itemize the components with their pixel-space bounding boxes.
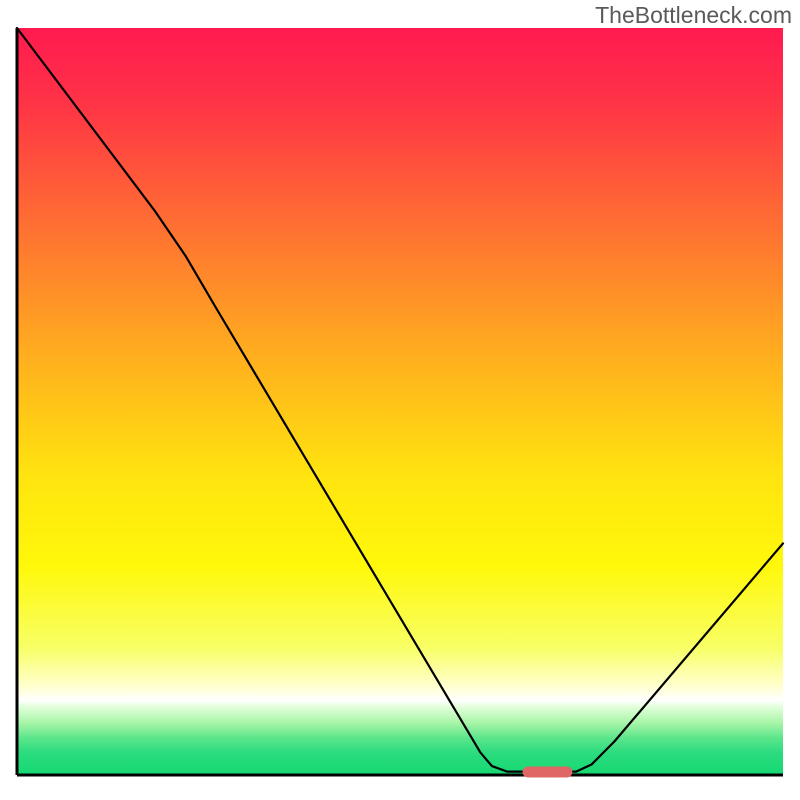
- plot-background: [17, 28, 783, 775]
- chart: TheBottleneck.com: [0, 0, 800, 800]
- plot-svg: [0, 0, 800, 800]
- watermark-text: TheBottleneck.com: [595, 2, 792, 29]
- optimum-marker: [523, 767, 573, 778]
